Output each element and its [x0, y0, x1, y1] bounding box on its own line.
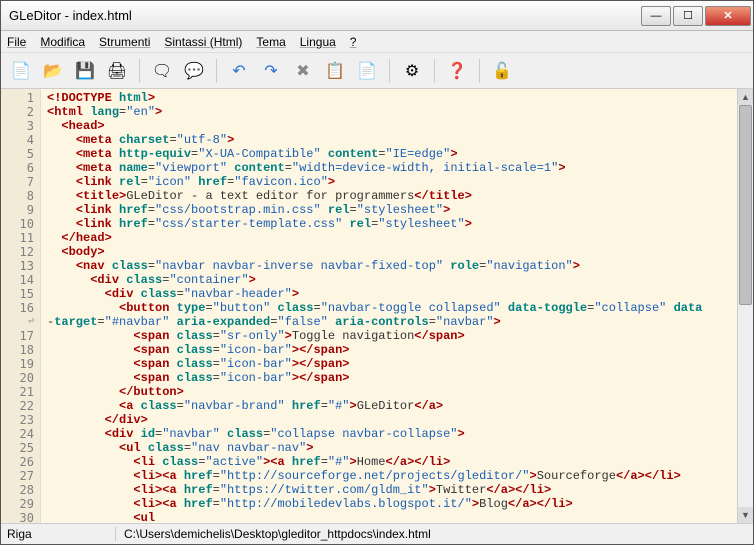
vertical-scrollbar[interactable]: ▲ ▼ [737, 89, 753, 523]
status-line-label: Riga [1, 527, 116, 541]
undo-button[interactable]: ↶ [225, 57, 253, 85]
toolbar-separator [434, 59, 435, 83]
settings-button[interactable]: ⚙ [398, 57, 426, 85]
menu-file[interactable]: File [7, 35, 26, 49]
menu-lingua[interactable]: Lingua [300, 35, 336, 49]
toolbar-separator [479, 59, 480, 83]
save-file-button[interactable]: 💾 [71, 57, 99, 85]
menu-sintassihtml[interactable]: Sintassi (Html) [164, 35, 242, 49]
titlebar: GLeDitor - index.html — ☐ ✕ [1, 1, 753, 31]
menu-strumenti[interactable]: Strumenti [99, 35, 150, 49]
replace-button[interactable]: 💬 [180, 57, 208, 85]
new-file-button[interactable]: 📄 [7, 57, 35, 85]
editor-area: 12345678910111213141516⏎1718192021222324… [1, 89, 753, 523]
menubar: File Modifica Strumenti Sintassi (Html) Tema… [1, 31, 753, 53]
menu-modifica[interactable]: Modifica [40, 35, 85, 49]
window-title: GLeDitor - index.html [9, 8, 639, 23]
open-file-button[interactable]: 📂 [39, 57, 67, 85]
maximize-button[interactable]: ☐ [673, 6, 703, 26]
redo-button[interactable]: ↷ [257, 57, 285, 85]
toolbar-separator [216, 59, 217, 83]
status-filepath: C:\Users\demichelis\Desktop\gleditor_htt… [116, 527, 753, 541]
scroll-down-icon[interactable]: ▼ [738, 507, 753, 523]
menu-[interactable]: ? [350, 35, 357, 49]
menu-tema[interactable]: Tema [256, 35, 285, 49]
toolbar-separator [389, 59, 390, 83]
scroll-up-icon[interactable]: ▲ [738, 89, 753, 105]
minimize-button[interactable]: — [641, 6, 671, 26]
close-button[interactable]: ✕ [705, 6, 751, 26]
paste-button[interactable]: 📄 [353, 57, 381, 85]
statusbar: Riga C:\Users\demichelis\Desktop\gledito… [1, 523, 753, 544]
find-button[interactable]: 🗨 [148, 57, 176, 85]
print-button[interactable]: 🖨 [103, 57, 131, 85]
cut-button[interactable]: ✖ [289, 57, 317, 85]
toolbar-separator [139, 59, 140, 83]
toolbar: 📄📂💾🖨🗨💬↶↷✖📋📄⚙❓🔓 [1, 53, 753, 89]
line-gutter: 12345678910111213141516⏎1718192021222324… [1, 89, 41, 523]
lock-button[interactable]: 🔓 [488, 57, 516, 85]
copy-button[interactable]: 📋 [321, 57, 349, 85]
scrollbar-thumb[interactable] [739, 105, 752, 305]
code-editor[interactable]: <!DOCTYPE html><html lang="en"> <head> <… [41, 89, 737, 523]
help-button[interactable]: ❓ [443, 57, 471, 85]
